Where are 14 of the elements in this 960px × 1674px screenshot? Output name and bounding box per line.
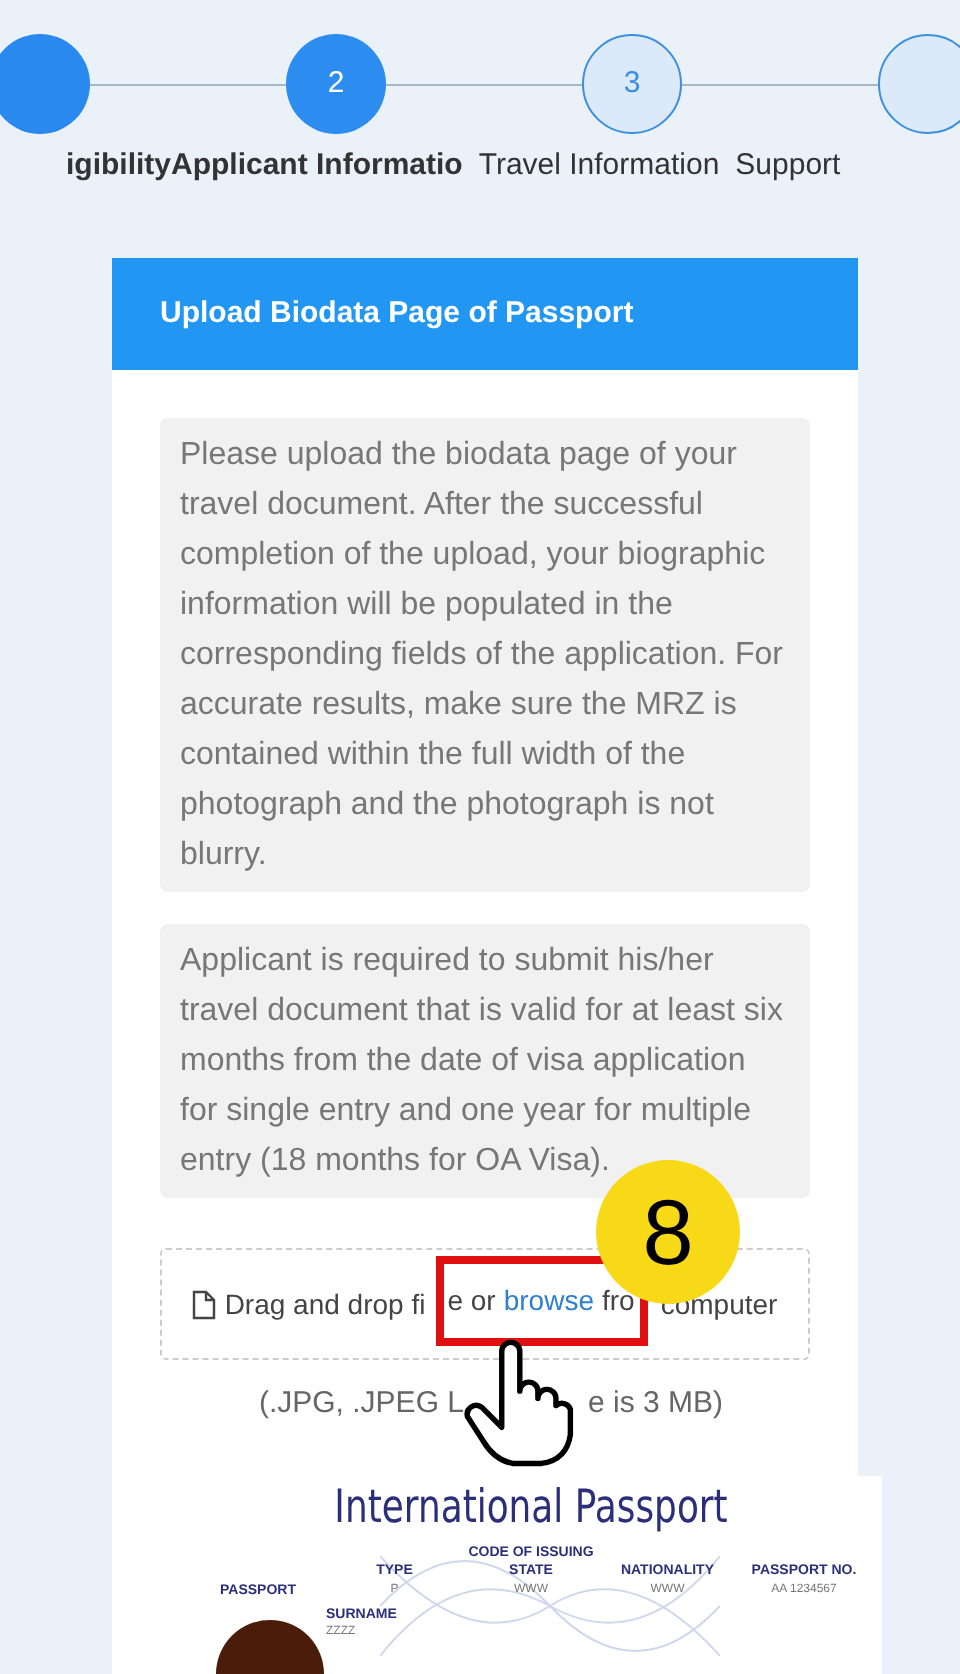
card-header: Upload Biodata Page of Passport (112, 258, 858, 370)
passport-title: International Passport (332, 1480, 730, 1536)
step-label[interactable]: Applicant Informatio (171, 143, 463, 189)
file-size-note: e is 3 MB) (588, 1383, 724, 1424)
notice-text: Please upload the biodata page of your travel document. After the successful completion of the upload, your biographic information will be populated in the corresponding fields of the application. For accurate results, make sure the MRZ is contained within the full width of the photograph and the photograph is not blurry. (160, 418, 810, 892)
browse-link[interactable]: browse (503, 1280, 594, 1322)
step-label[interactable]: igibility (66, 143, 171, 189)
step-label[interactable]: Travel Information (478, 143, 720, 189)
file-size-note: (.JPG, .JPEG L (256, 1383, 464, 1424)
file-icon (192, 1289, 217, 1319)
step-label[interactable]: Support (735, 143, 841, 189)
dropzone-text: e or (447, 1282, 496, 1320)
notice-text: Applicant is required to submit his/her travel document that is valid for at least six months from the date of visa application for single entry and one year for multiple entry (18 months for OA Visa). (160, 924, 810, 1198)
dropzone-text: Drag and drop fi (224, 1285, 426, 1324)
